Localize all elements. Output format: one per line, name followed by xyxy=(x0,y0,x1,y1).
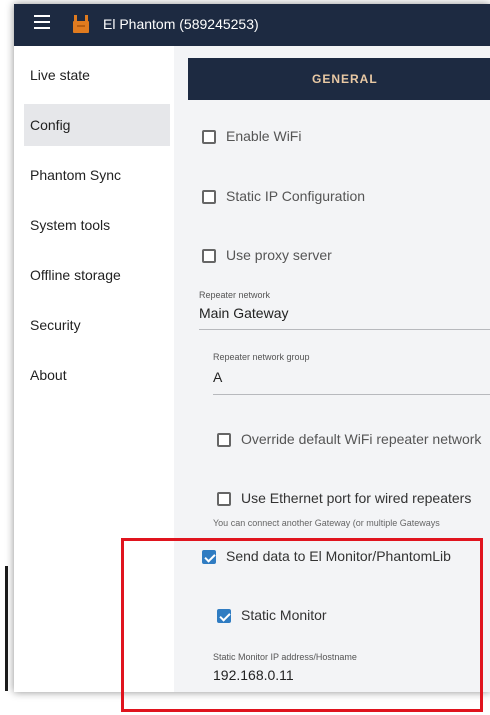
repeater-network-select[interactable]: Main Gateway xyxy=(199,305,288,321)
static-monitor-checkbox[interactable]: Static Monitor xyxy=(217,606,457,628)
app-window: El Phantom (589245253) Live state Config… xyxy=(14,4,490,692)
sidebar-item-live-state[interactable]: Live state xyxy=(24,54,170,96)
static-ip-checkbox[interactable]: Static IP Configuration xyxy=(202,187,462,209)
sidebar-item-offline-storage[interactable]: Offline storage xyxy=(24,254,170,296)
repeater-group-select[interactable]: A xyxy=(213,369,222,385)
sidebar-item-phantom-sync[interactable]: Phantom Sync xyxy=(24,154,170,196)
checkbox-box[interactable] xyxy=(217,492,231,506)
enable-wifi-label: Enable WiFi xyxy=(226,128,302,144)
send-data-label: Send data to El Monitor/PhantomLib xyxy=(226,548,451,564)
static-ip-label: Static IP Configuration xyxy=(226,188,366,204)
field-underline xyxy=(213,394,490,395)
repeater-group-label: Repeater network group xyxy=(213,352,310,362)
sidebar-item-security[interactable]: Security xyxy=(24,304,170,346)
repeater-network-label: Repeater network xyxy=(199,290,271,300)
checkbox-box[interactable] xyxy=(217,433,231,447)
monitor-address-label: Static Monitor IP address/Hostname xyxy=(213,652,357,662)
tab-general-label: GENERAL xyxy=(312,72,378,86)
checkbox-box[interactable] xyxy=(202,130,216,144)
proxy-checkbox[interactable]: Use proxy server xyxy=(202,246,462,268)
decorative-edge xyxy=(0,566,8,691)
static-monitor-label: Static Monitor xyxy=(241,607,327,623)
monitor-address-input[interactable]: 192.168.0.11 xyxy=(213,667,294,683)
enable-wifi-checkbox[interactable]: Enable WiFi xyxy=(202,127,462,149)
ethernet-helper-text: You can connect another Gateway (or mult… xyxy=(213,518,440,528)
config-panel: GENERAL Enable WiFi Static IP Configurat… xyxy=(174,46,490,692)
checkbox-checked[interactable] xyxy=(202,550,216,564)
proxy-label: Use proxy server xyxy=(226,247,332,263)
phantom-logo-icon xyxy=(73,15,89,33)
hamburger-icon[interactable] xyxy=(34,15,50,29)
app-title: El Phantom (589245253) xyxy=(103,16,259,32)
tab-general[interactable]: GENERAL xyxy=(188,58,490,100)
checkbox-checked[interactable] xyxy=(217,609,231,623)
override-wifi-checkbox[interactable]: Override default WiFi repeater network xyxy=(217,430,490,452)
ethernet-checkbox[interactable]: Use Ethernet port for wired repeaters xyxy=(217,489,490,511)
checkbox-box[interactable] xyxy=(202,249,216,263)
sidebar-item-about[interactable]: About xyxy=(24,354,170,396)
override-wifi-label: Override default WiFi repeater network xyxy=(241,431,482,447)
field-underline xyxy=(199,329,490,330)
sidebar: Live state Config Phantom Sync System to… xyxy=(14,46,174,692)
ethernet-label: Use Ethernet port for wired repeaters xyxy=(241,490,472,506)
top-app-bar: El Phantom (589245253) xyxy=(14,4,490,46)
sidebar-item-config[interactable]: Config xyxy=(24,104,170,146)
sidebar-item-system-tools[interactable]: System tools xyxy=(24,204,170,246)
send-data-checkbox[interactable]: Send data to El Monitor/PhantomLib xyxy=(202,547,490,569)
checkbox-box[interactable] xyxy=(202,190,216,204)
